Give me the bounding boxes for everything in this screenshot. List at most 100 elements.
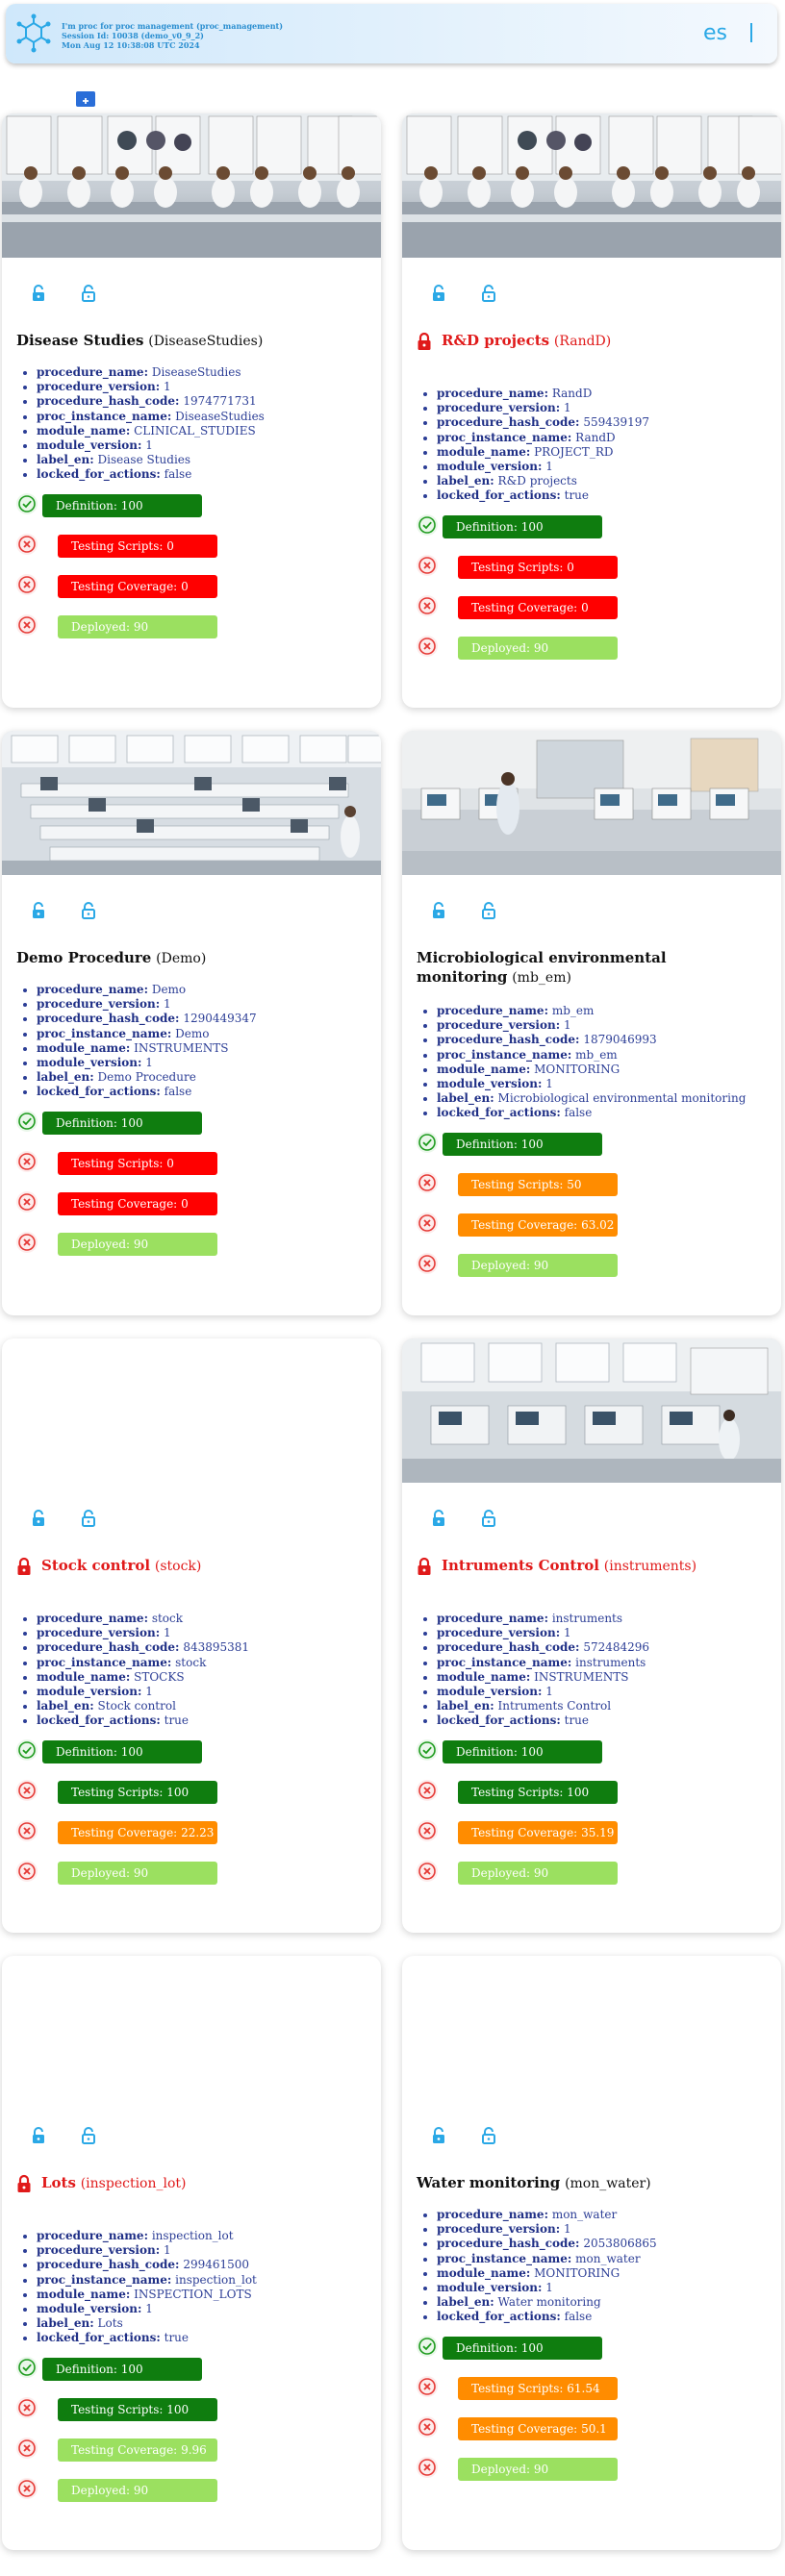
stat-bar[interactable]: Deployed: 90 <box>58 614 217 638</box>
stat-bar[interactable]: Testing Scripts: 0 <box>458 555 618 579</box>
property-value: mb_em <box>551 1004 595 1017</box>
stat-value: 22.23 <box>181 1825 215 1839</box>
language-toggle[interactable]: es <box>703 21 727 45</box>
menu-divider[interactable] <box>750 23 752 42</box>
property-label: module_version: <box>37 2302 142 2316</box>
stat-deployed: Deployed: 90 <box>416 635 704 660</box>
stat-bar[interactable]: Testing Coverage: 0 <box>458 595 618 619</box>
property-value: 1 <box>145 438 153 453</box>
molecule-logo-icon[interactable] <box>15 13 52 54</box>
unlock-icon[interactable] <box>481 902 496 919</box>
stat-bar[interactable]: Testing Scripts: 50 <box>458 1172 618 1196</box>
procedure-code: (stock) <box>154 1559 202 1574</box>
property-value: 299461500 <box>183 2258 250 2272</box>
stat-bar[interactable]: Testing Scripts: 0 <box>58 1151 217 1175</box>
procedure-card[interactable]: Water monitoring (mon_water) procedure_na… <box>402 1956 781 2550</box>
stat-label: Testing Coverage: <box>471 1217 578 1232</box>
stat-testing-scripts: Testing Scripts: 100 <box>15 1779 304 1804</box>
property-label: procedure_hash_code: <box>437 415 580 430</box>
unlock-icon[interactable] <box>81 285 96 302</box>
unlock-icon[interactable] <box>81 1510 96 1527</box>
new-procedure-button[interactable] <box>76 91 95 107</box>
unlock-icon[interactable] <box>481 1510 496 1527</box>
stat-bar[interactable]: Definition: 100 <box>443 2336 602 2360</box>
stat-bar[interactable]: Definition: 100 <box>42 493 202 517</box>
stat-bar[interactable]: Testing Scripts: 0 <box>58 534 217 558</box>
stat-testing-scripts: Testing Scripts: 61.54 <box>416 2375 704 2400</box>
unlock-icon[interactable] <box>431 285 446 302</box>
property-procedure-name: procedure_name: DiseaseStudies <box>37 365 265 380</box>
property-value: Microbiological environmental monitoring <box>497 1091 747 1106</box>
procedure-card[interactable]: Disease Studies (DiseaseStudies) procedur… <box>2 113 381 708</box>
stat-bar[interactable]: Testing Coverage: 9.96 <box>58 2438 217 2462</box>
stat-bar[interactable]: Testing Scripts: 100 <box>58 1780 217 1804</box>
stat-bar[interactable]: Testing Coverage: 35.19 <box>458 1820 618 1844</box>
stat-value: 90 <box>533 640 549 655</box>
procedure-title: Disease Studies (DiseaseStudies) <box>16 331 372 351</box>
procedure-card[interactable]: Microbiological environmental monitoring… <box>402 731 781 1315</box>
stat-bar[interactable]: Deployed: 90 <box>458 2457 618 2481</box>
stat-bar[interactable]: Definition: 100 <box>42 1111 202 1135</box>
procedure-card[interactable]: Demo Procedure (Demo) procedure_name: Dem… <box>2 731 381 1315</box>
stat-bar[interactable]: Deployed: 90 <box>58 1232 217 1256</box>
stat-bar[interactable]: Definition: 100 <box>443 514 602 538</box>
unlock-icon[interactable] <box>81 902 96 919</box>
stat-bar[interactable]: Deployed: 90 <box>458 1861 618 1885</box>
stat-bar[interactable]: Testing Coverage: 0 <box>58 1191 217 1215</box>
stat-value: 100 <box>567 1785 590 1799</box>
unlock-icon[interactable] <box>31 1510 46 1527</box>
stat-bar[interactable]: Definition: 100 <box>443 1132 602 1156</box>
property-label: procedure_hash_code: <box>37 1640 180 1655</box>
stat-bar[interactable]: Deployed: 90 <box>458 1253 618 1277</box>
unlock-icon[interactable] <box>31 902 46 919</box>
stat-bar[interactable]: Testing Coverage: 22.23 <box>58 1820 217 1844</box>
unlock-icon[interactable] <box>31 285 46 302</box>
property-proc-instance-name: proc_instance_name: stock <box>37 1656 249 1670</box>
stat-bar[interactable]: Testing Coverage: 63.02 <box>458 1213 618 1237</box>
stat-bar[interactable]: Definition: 100 <box>42 1739 202 1763</box>
stat-bar[interactable]: Deployed: 90 <box>58 1861 217 1885</box>
unlock-icon[interactable] <box>481 2127 496 2144</box>
lock-icon <box>16 2174 32 2193</box>
stat-bar[interactable]: Testing Scripts: 61.54 <box>458 2376 618 2400</box>
stat-bar[interactable]: Definition: 100 <box>443 1739 602 1763</box>
unlock-icon[interactable] <box>481 285 496 302</box>
property-procedure-name: procedure_name: inspection_lot <box>37 2229 257 2243</box>
procedure-card[interactable]: Stock control (stock) procedure_name: sto… <box>2 1338 381 1933</box>
unlock-icon[interactable] <box>431 2127 446 2144</box>
procedure-card[interactable]: Intruments Control (instruments) procedur… <box>402 1338 781 1933</box>
error-circle-icon <box>416 1252 439 1275</box>
property-value: Intruments Control <box>497 1699 612 1713</box>
stat-value: 100 <box>520 1744 544 1759</box>
stat-bar[interactable]: Deployed: 90 <box>58 2478 217 2502</box>
property-proc-instance-name: proc_instance_name: instruments <box>437 1656 649 1670</box>
stat-bar[interactable]: Testing Scripts: 100 <box>458 1780 618 1804</box>
page: I'm proc for proc management (proc_manag… <box>0 0 785 2576</box>
stat-deployed: Deployed: 90 <box>15 2477 304 2502</box>
procedure-card[interactable]: R&D projects (RandD) procedure_name: Rand… <box>402 113 781 708</box>
unlock-icon[interactable] <box>431 1510 446 1527</box>
property-procedure-hash-code: procedure_hash_code: 559439197 <box>437 415 649 430</box>
procedure-card[interactable]: Lots (inspection_lot) procedure_name: ins… <box>2 1956 381 2550</box>
property-module-name: module_name: PROJECT_RD <box>437 445 649 460</box>
procedure-title-text: Disease Studies <box>16 332 144 349</box>
unlock-icon[interactable] <box>31 2127 46 2144</box>
property-procedure-hash-code: procedure_hash_code: 1879046993 <box>437 1033 746 1047</box>
error-circle-icon <box>15 1779 38 1802</box>
unlock-icon[interactable] <box>431 902 446 919</box>
property-module-name: module_name: CLINICAL_STUDIES <box>37 424 265 438</box>
unlock-icon[interactable] <box>81 2127 96 2144</box>
property-value: 1 <box>563 2222 571 2237</box>
stat-bar[interactable]: Deployed: 90 <box>458 636 618 660</box>
property-label: module_version: <box>437 460 543 474</box>
property-value: Demo Procedure <box>97 1070 196 1085</box>
stat-bar[interactable]: Definition: 100 <box>42 2357 202 2381</box>
stat-bar[interactable]: Testing Coverage: 0 <box>58 574 217 598</box>
stat-value: 90 <box>533 1865 549 1880</box>
lock-icon <box>16 1557 32 1576</box>
property-label: module_version: <box>37 438 142 453</box>
stat-bar[interactable]: Testing Scripts: 100 <box>58 2397 217 2421</box>
property-value: INSTRUMENTS <box>134 1040 229 1055</box>
stat-bar[interactable]: Testing Coverage: 50.1 <box>458 2416 618 2440</box>
property-label: procedure_name: <box>37 365 148 379</box>
